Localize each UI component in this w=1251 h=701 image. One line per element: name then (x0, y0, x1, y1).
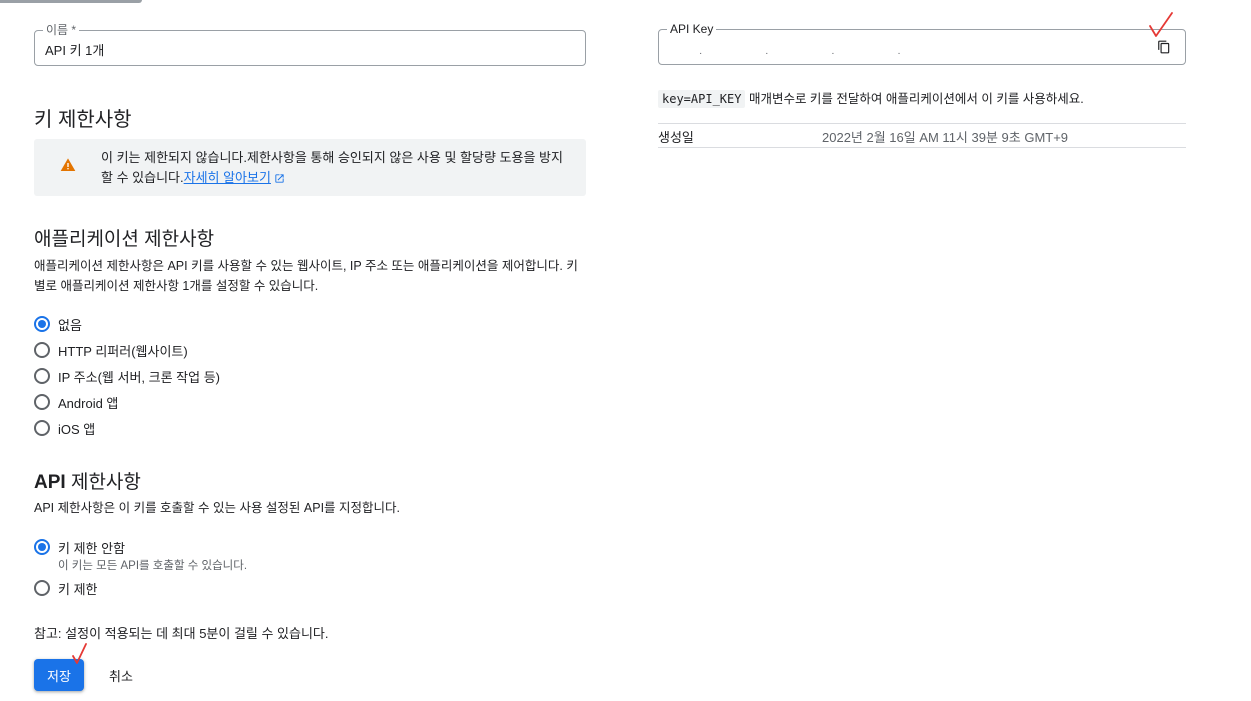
application-restrictions-title: 애플리케이션 제한사항 (34, 229, 215, 250)
radio-button[interactable] (34, 394, 50, 410)
radio-button[interactable] (34, 342, 50, 358)
radio-app-none[interactable]: 없음 (34, 314, 82, 334)
radio-button[interactable] (34, 368, 50, 384)
external-link-icon (275, 174, 284, 183)
name-field[interactable]: 이름 * API 키 1개 (34, 23, 586, 66)
radio-label: HTTP 리퍼러(웹사이트) (58, 343, 188, 359)
api-restrictions-title: API 제한사항 (34, 467, 141, 494)
radio-api-no-restriction[interactable]: 키 제한 안함 (34, 537, 125, 557)
api-key-usage-hint: key=API_KEY 매개변수로 키를 전달하여 애플리케이션에서 이 키를 … (658, 88, 1084, 108)
cancel-button[interactable]: 취소 (98, 659, 144, 691)
radio-button[interactable] (34, 316, 50, 332)
api-restrictions-title-bold: API (34, 472, 66, 493)
propagation-note: 참고: 설정이 적용되는 데 최대 5분이 걸릴 수 있습니다. (34, 626, 329, 641)
api-key-field[interactable]: API Key · · · · (658, 22, 1186, 65)
divider (658, 147, 1186, 148)
radio-button[interactable] (34, 539, 50, 555)
radio-app-android[interactable]: Android 앱 (34, 392, 118, 412)
radio-label: IP 주소(웹 서버, 크론 작업 등) (58, 369, 220, 385)
radio-label: 키 제한 (58, 581, 98, 597)
radio-app-ip-address[interactable]: IP 주소(웹 서버, 크론 작업 등) (34, 366, 220, 386)
radio-api-restrict-key[interactable]: 키 제한 (34, 578, 98, 598)
radio-button[interactable] (34, 420, 50, 436)
divider (658, 123, 1186, 124)
radio-label: 없음 (58, 317, 82, 333)
api-key-label: API Key (667, 22, 717, 36)
radio-label: iOS 앱 (58, 421, 96, 437)
api-key-masked-value[interactable]: · · · · (699, 48, 931, 59)
warning-icon (60, 158, 76, 171)
application-restrictions-description: 애플리케이션 제한사항은 API 키를 사용할 수 있는 웹사이트, IP 주소… (34, 259, 578, 293)
created-value: 2022년 2월 16일 AM 11시 39분 9초 GMT+9 (822, 130, 1069, 145)
radio-api-no-restriction-hint: 이 키는 모든 API를 호출할 수 있습니다. (58, 560, 248, 572)
created-label: 생성일 (658, 130, 694, 145)
radio-app-ios[interactable]: iOS 앱 (34, 418, 95, 438)
key-restrictions-title: 키 제한사항 (34, 109, 132, 131)
warning-message: 이 키는 제한되지 않습니다.제한사항을 통해 승인되지 않은 사용 및 할당량… (101, 148, 571, 188)
copy-icon (1158, 40, 1170, 54)
radio-label: 키 제한 안함 (58, 540, 126, 556)
copy-button[interactable] (1157, 40, 1171, 54)
name-field-label: 이름 * (43, 23, 80, 37)
top-tab-indicator (0, 0, 142, 3)
radio-app-http-referrer[interactable]: HTTP 리퍼러(웹사이트) (34, 340, 188, 360)
api-restrictions-title-rest: 제한사항 (65, 472, 141, 493)
radio-button[interactable] (34, 580, 50, 596)
api-restrictions-description: API 제한사항은 이 키를 호출할 수 있는 사용 설정된 API를 지정합니… (34, 501, 400, 515)
warning-text: 이 키는 제한되지 않습니다.제한사항을 통해 승인되지 않은 사용 및 할당량… (101, 150, 563, 185)
radio-label: Android 앱 (58, 395, 119, 411)
usage-text: 매개변수로 키를 전달하여 애플리케이션에서 이 키를 사용하세요. (745, 92, 1084, 106)
usage-code: key=API_KEY (658, 90, 746, 108)
learn-more-link[interactable]: 자세히 알아보기 (184, 170, 271, 185)
unrestricted-warning-banner: 이 키는 제한되지 않습니다.제한사항을 통해 승인되지 않은 사용 및 할당량… (34, 139, 586, 196)
name-field-value[interactable]: API 키 1개 (45, 40, 104, 59)
save-button[interactable]: 저장 (34, 659, 84, 691)
